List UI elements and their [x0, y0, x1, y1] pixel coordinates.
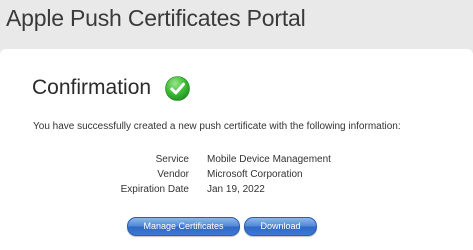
confirmation-message: You have successfully created a new push…	[33, 121, 401, 132]
action-buttons: Manage Certificates Download	[0, 217, 473, 237]
detail-label: Expiration Date	[120, 184, 189, 195]
detail-value: Jan 19, 2022	[207, 184, 265, 195]
page-title: Apple Push Certificates Portal	[6, 5, 306, 31]
confirmation-heading: Confirmation	[32, 76, 152, 99]
detail-label: Service	[155, 154, 189, 165]
manage-certificates-button[interactable]: Manage Certificates	[127, 217, 240, 236]
detail-row-expiration: Expiration Date Jan 19, 2022	[0, 182, 473, 197]
confirmation-panel: Confirmation You have successfully creat…	[0, 49, 473, 250]
detail-value: Microsoft Corporation	[207, 169, 303, 180]
download-button[interactable]: Download	[244, 217, 317, 236]
detail-row-vendor: Vendor Microsoft Corporation	[0, 167, 473, 182]
check-circle-icon	[165, 75, 190, 101]
detail-row-service: Service Mobile Device Management	[0, 152, 473, 167]
detail-value: Mobile Device Management	[207, 154, 331, 165]
heading-row: Confirmation	[32, 74, 190, 102]
detail-label: Vendor	[157, 169, 189, 180]
